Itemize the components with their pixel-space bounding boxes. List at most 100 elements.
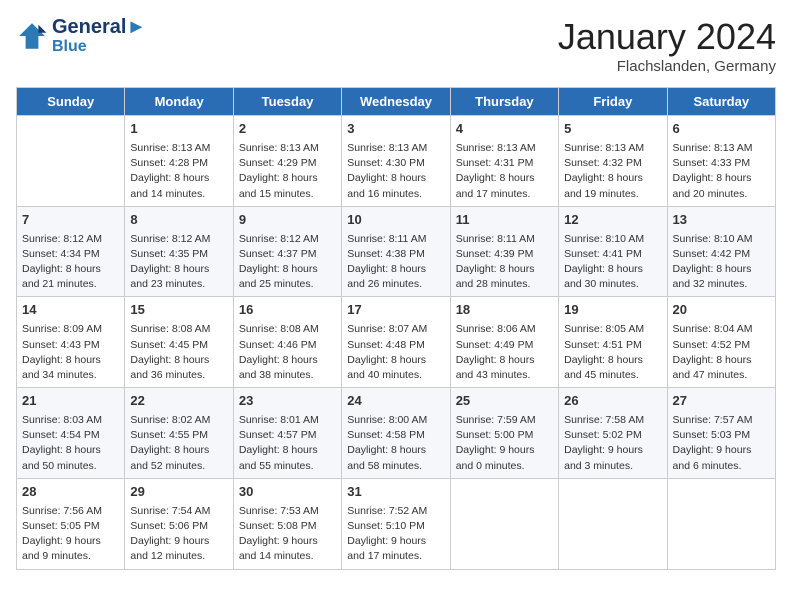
- logo-icon: [16, 20, 48, 52]
- calendar-cell: 1 Sunrise: 8:13 AM Sunset: 4:28 PM Daylig…: [125, 116, 233, 207]
- day-content: Sunrise: 8:10 AM Sunset: 4:41 PM Dayligh…: [564, 232, 661, 293]
- day-number: 24: [347, 392, 444, 411]
- day-number: 25: [456, 392, 553, 411]
- day-number: 7: [22, 211, 119, 230]
- weekday-header: Monday: [125, 88, 233, 116]
- day-content: Sunrise: 8:11 AM Sunset: 4:39 PM Dayligh…: [456, 232, 553, 293]
- calendar-cell: 17Sunrise: 8:07 AM Sunset: 4:48 PM Dayli…: [342, 297, 450, 388]
- calendar-cell: 15 Sunrise: 8:08 AM Sunset: 4:45 PM Dayli…: [125, 297, 233, 388]
- day-content: Sunrise: 8:13 AM Sunset: 4:29 PM Dayligh…: [239, 141, 336, 202]
- day-number: 6: [673, 120, 770, 139]
- weekday-header-row: SundayMondayTuesdayWednesdayThursdayFrid…: [17, 88, 776, 116]
- day-number: 26: [564, 392, 661, 411]
- logo-text: General► Blue: [52, 16, 146, 56]
- day-content: Sunrise: 8:10 AM Sunset: 4:42 PM Dayligh…: [673, 232, 770, 293]
- day-content: Sunrise: 8:08 AM Sunset: 4:45 PM Dayligh…: [130, 322, 227, 383]
- day-number: 3: [347, 120, 444, 139]
- calendar-cell: 31 Sunrise: 7:52 AM Sunset: 5:10 PM Dayli…: [342, 478, 450, 569]
- day-number: 13: [673, 211, 770, 230]
- weekday-header: Saturday: [667, 88, 775, 116]
- day-number: 21: [22, 392, 119, 411]
- day-content: Sunrise: 8:06 AM Sunset: 4:49 PM Dayligh…: [456, 322, 553, 383]
- day-content: Sunrise: 7:59 AM Sunset: 5:00 PM Dayligh…: [456, 413, 553, 474]
- day-content: Sunrise: 8:05 AM Sunset: 4:51 PM Dayligh…: [564, 322, 661, 383]
- logo: General► Blue: [16, 16, 146, 56]
- day-content: Sunrise: 7:52 AM Sunset: 5:10 PM Dayligh…: [347, 504, 444, 565]
- calendar-cell: 14 Sunrise: 8:09 AM Sunset: 4:43 PM Dayli…: [17, 297, 125, 388]
- day-number: 16: [239, 301, 336, 320]
- calendar-week-row: 14 Sunrise: 8:09 AM Sunset: 4:43 PM Dayli…: [17, 297, 776, 388]
- calendar-cell: 3 Sunrise: 8:13 AM Sunset: 4:30 PM Daylig…: [342, 116, 450, 207]
- calendar-week-row: 21 Sunrise: 8:03 AM Sunset: 4:54 PM Dayli…: [17, 388, 776, 479]
- day-number: 23: [239, 392, 336, 411]
- day-content: Sunrise: 8:13 AM Sunset: 4:32 PM Dayligh…: [564, 141, 661, 202]
- month-title: January 2024: [558, 16, 776, 58]
- calendar-cell: 18 Sunrise: 8:06 AM Sunset: 4:49 PM Dayli…: [450, 297, 558, 388]
- calendar-cell: 16 Sunrise: 8:08 AM Sunset: 4:46 PM Dayli…: [233, 297, 341, 388]
- title-section: January 2024 Flachslanden, Germany: [558, 16, 776, 75]
- day-number: 19: [564, 301, 661, 320]
- day-content: Sunrise: 8:12 AM Sunset: 4:37 PM Dayligh…: [239, 232, 336, 293]
- page-header: General► Blue January 2024 Flachslanden,…: [16, 16, 776, 75]
- day-number: 5: [564, 120, 661, 139]
- weekday-header: Thursday: [450, 88, 558, 116]
- calendar-cell: 5 Sunrise: 8:13 AM Sunset: 4:32 PM Daylig…: [559, 116, 667, 207]
- day-content: Sunrise: 8:04 AM Sunset: 4:52 PM Dayligh…: [673, 322, 770, 383]
- weekday-header: Friday: [559, 88, 667, 116]
- day-number: 11: [456, 211, 553, 230]
- day-content: Sunrise: 8:12 AM Sunset: 4:34 PM Dayligh…: [22, 232, 119, 293]
- day-number: 18: [456, 301, 553, 320]
- day-number: 4: [456, 120, 553, 139]
- day-content: Sunrise: 7:56 AM Sunset: 5:05 PM Dayligh…: [22, 504, 119, 565]
- day-number: 15: [130, 301, 227, 320]
- weekday-header: Wednesday: [342, 88, 450, 116]
- day-number: 27: [673, 392, 770, 411]
- calendar-cell: 25 Sunrise: 7:59 AM Sunset: 5:00 PM Dayli…: [450, 388, 558, 479]
- day-number: 30: [239, 483, 336, 502]
- day-content: Sunrise: 8:13 AM Sunset: 4:30 PM Dayligh…: [347, 141, 444, 202]
- day-content: Sunrise: 8:00 AM Sunset: 4:58 PM Dayligh…: [347, 413, 444, 474]
- day-number: 31: [347, 483, 444, 502]
- day-content: Sunrise: 8:02 AM Sunset: 4:55 PM Dayligh…: [130, 413, 227, 474]
- calendar-cell: 10 Sunrise: 8:11 AM Sunset: 4:38 PM Dayli…: [342, 206, 450, 297]
- calendar-cell: 30 Sunrise: 7:53 AM Sunset: 5:08 PM Dayli…: [233, 478, 341, 569]
- calendar-cell: 2Sunrise: 8:13 AM Sunset: 4:29 PM Daylig…: [233, 116, 341, 207]
- calendar-week-row: 28 Sunrise: 7:56 AM Sunset: 5:05 PM Dayli…: [17, 478, 776, 569]
- day-content: Sunrise: 8:03 AM Sunset: 4:54 PM Dayligh…: [22, 413, 119, 474]
- calendar-cell: 13 Sunrise: 8:10 AM Sunset: 4:42 PM Dayli…: [667, 206, 775, 297]
- calendar-cell: [17, 116, 125, 207]
- calendar-cell: 4 Sunrise: 8:13 AM Sunset: 4:31 PM Daylig…: [450, 116, 558, 207]
- calendar-cell: 9Sunrise: 8:12 AM Sunset: 4:37 PM Daylig…: [233, 206, 341, 297]
- weekday-header: Tuesday: [233, 88, 341, 116]
- day-content: Sunrise: 8:12 AM Sunset: 4:35 PM Dayligh…: [130, 232, 227, 293]
- calendar-cell: 20 Sunrise: 8:04 AM Sunset: 4:52 PM Dayli…: [667, 297, 775, 388]
- day-content: Sunrise: 8:09 AM Sunset: 4:43 PM Dayligh…: [22, 322, 119, 383]
- day-number: 20: [673, 301, 770, 320]
- day-number: 22: [130, 392, 227, 411]
- day-number: 29: [130, 483, 227, 502]
- day-content: Sunrise: 8:08 AM Sunset: 4:46 PM Dayligh…: [239, 322, 336, 383]
- day-content: Sunrise: 8:11 AM Sunset: 4:38 PM Dayligh…: [347, 232, 444, 293]
- calendar-cell: 23Sunrise: 8:01 AM Sunset: 4:57 PM Dayli…: [233, 388, 341, 479]
- location-subtitle: Flachslanden, Germany: [558, 58, 776, 75]
- calendar-week-row: 7 Sunrise: 8:12 AM Sunset: 4:34 PM Daylig…: [17, 206, 776, 297]
- day-content: Sunrise: 7:53 AM Sunset: 5:08 PM Dayligh…: [239, 504, 336, 565]
- day-content: Sunrise: 8:13 AM Sunset: 4:28 PM Dayligh…: [130, 141, 227, 202]
- calendar-cell: 28 Sunrise: 7:56 AM Sunset: 5:05 PM Dayli…: [17, 478, 125, 569]
- day-number: 28: [22, 483, 119, 502]
- calendar-cell: [559, 478, 667, 569]
- calendar-cell: 12 Sunrise: 8:10 AM Sunset: 4:41 PM Dayli…: [559, 206, 667, 297]
- day-number: 14: [22, 301, 119, 320]
- day-content: Sunrise: 8:13 AM Sunset: 4:31 PM Dayligh…: [456, 141, 553, 202]
- day-number: 10: [347, 211, 444, 230]
- day-number: 12: [564, 211, 661, 230]
- day-number: 17: [347, 301, 444, 320]
- day-content: Sunrise: 7:57 AM Sunset: 5:03 PM Dayligh…: [673, 413, 770, 474]
- calendar-cell: 11 Sunrise: 8:11 AM Sunset: 4:39 PM Dayli…: [450, 206, 558, 297]
- calendar-cell: [667, 478, 775, 569]
- calendar-cell: 22 Sunrise: 8:02 AM Sunset: 4:55 PM Dayli…: [125, 388, 233, 479]
- calendar-cell: 21 Sunrise: 8:03 AM Sunset: 4:54 PM Dayli…: [17, 388, 125, 479]
- day-content: Sunrise: 7:58 AM Sunset: 5:02 PM Dayligh…: [564, 413, 661, 474]
- calendar-table: SundayMondayTuesdayWednesdayThursdayFrid…: [16, 87, 776, 570]
- day-number: 1: [130, 120, 227, 139]
